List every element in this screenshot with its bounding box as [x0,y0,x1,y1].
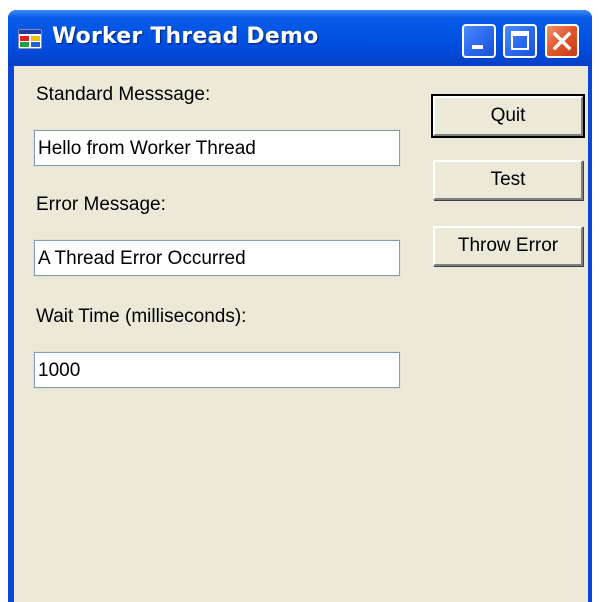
test-button[interactable]: Test [433,160,583,200]
wait-time-input[interactable]: 1000 [33,351,401,389]
close-button[interactable] [545,24,579,58]
minimize-button[interactable] [462,24,496,58]
error-message-value: A Thread Error Occurred [38,248,246,269]
standard-message-value: Hello from Worker Thread [38,138,256,159]
wait-time-label: Wait Time (milliseconds): [36,306,247,327]
minimize-icon [472,45,483,49]
quit-button[interactable]: Quit [431,94,585,138]
maximize-button[interactable] [503,24,537,58]
standard-message-input[interactable]: Hello from Worker Thread [33,129,401,167]
close-icon [552,31,572,51]
app-window: Worker Thread Demo Standard Messsage: He… [8,10,592,602]
error-message-label: Error Message: [36,194,166,215]
standard-message-label: Standard Messsage: [36,84,211,105]
form-icon[interactable] [17,28,43,50]
form-client-area: Standard Messsage: Hello from Worker Thr… [14,66,588,602]
error-message-input[interactable]: A Thread Error Occurred [33,239,401,277]
wait-time-value: 1000 [38,360,81,381]
title-bar[interactable]: Worker Thread Demo [8,10,592,66]
window-title: Worker Thread Demo [52,24,319,49]
maximize-icon [511,31,529,50]
throw-error-button[interactable]: Throw Error [433,226,583,266]
